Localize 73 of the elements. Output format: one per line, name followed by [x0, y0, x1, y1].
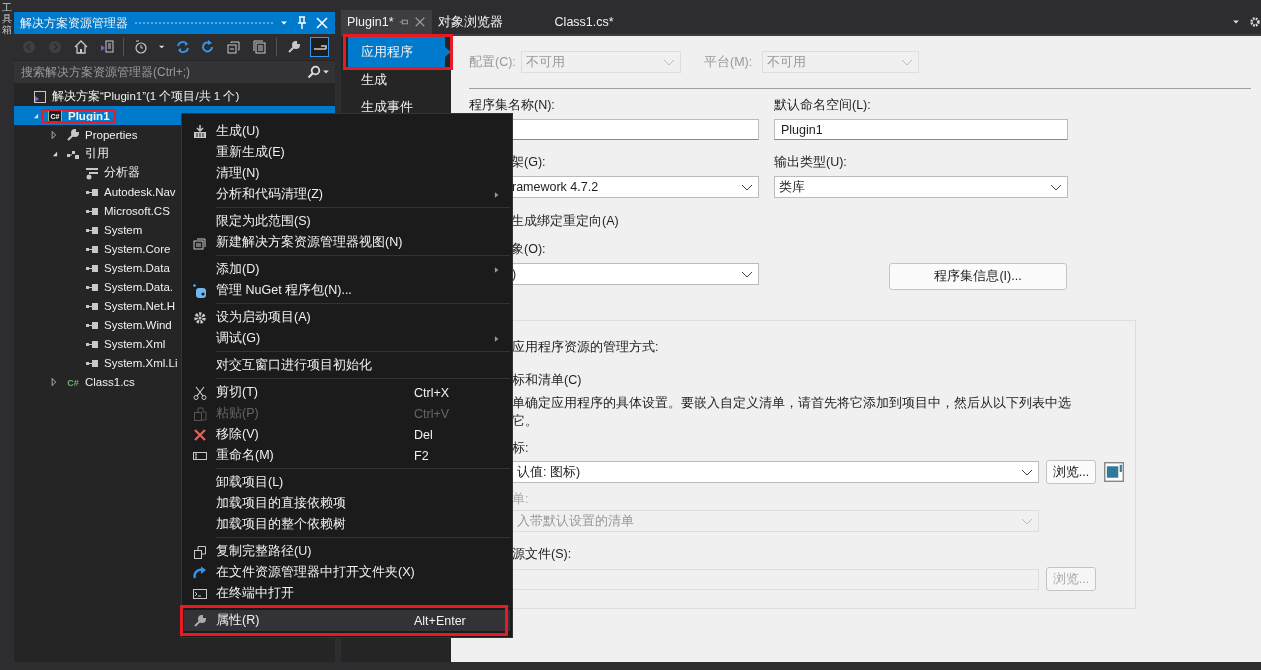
description-text: 单确定应用程序的具体设置。要嵌入自定义清单，请首先将它添加到项目中，然后从以下列表中选	[512, 394, 1072, 412]
scissors-icon	[193, 385, 207, 400]
field-label: 输出类型(U):	[774, 154, 848, 170]
clock-icon	[133, 40, 148, 54]
terminal-icon	[193, 586, 207, 601]
browse-button[interactable]: 浏览...	[1046, 460, 1096, 484]
gear-icon	[193, 310, 207, 325]
package-icon	[193, 283, 207, 298]
menu-item[interactable]: 新建解决方案资源管理器视图(N)	[184, 232, 510, 253]
gear-icon	[1249, 16, 1261, 28]
windows-icon	[193, 235, 207, 250]
menu-item[interactable]: 设为启动项目(A)	[184, 307, 510, 328]
editor-tab[interactable]: Class1.cs*	[548, 10, 620, 34]
close-icon	[413, 16, 426, 28]
remove-icon	[193, 427, 207, 442]
csharp-file-icon: C#	[66, 374, 80, 389]
toolbox-tab[interactable]: 工具箱	[2, 2, 12, 35]
menu-item[interactable]: 加载项目的直接依赖项	[184, 493, 510, 514]
menu-item[interactable]: 在终端中打开	[184, 583, 510, 604]
menu-item[interactable]: 移除(V) Del	[184, 424, 510, 445]
pin-icon	[397, 16, 410, 28]
dropdown[interactable]: 认值: 图标)	[512, 461, 1039, 483]
field-label: 标:	[512, 440, 530, 457]
description-text: 它。	[512, 412, 539, 430]
panel-title: 解决方案资源管理器	[20, 14, 128, 32]
pin-icon	[295, 16, 309, 30]
wrench-icon	[193, 613, 207, 628]
icon-preview-icon	[1103, 462, 1125, 482]
field-label: 默认命名空间(L):	[774, 97, 872, 113]
menu-item[interactable]: 限定为此范围(S)	[184, 211, 510, 232]
field-label: 平台(M):	[704, 53, 754, 71]
menu-item[interactable]: 在文件资源管理器中打开文件夹(X)	[184, 562, 510, 583]
build-icon	[193, 124, 207, 139]
solution-views-icon	[99, 40, 114, 54]
copy-icon	[193, 544, 207, 559]
close-icon	[315, 16, 329, 30]
nav-item[interactable]: 应用程序	[348, 37, 445, 67]
menu-item[interactable]: 重命名(M) F2	[184, 445, 510, 466]
editor-tab[interactable]: Plugin1*	[341, 10, 432, 34]
assembly-info-button[interactable]: 程序集信息(I)...	[889, 263, 1067, 290]
field-label: 配置(C):	[469, 53, 517, 71]
pages-icon	[253, 40, 268, 54]
menu-item[interactable]: 剪切(T) Ctrl+X	[184, 382, 510, 403]
menu-item[interactable]: 对交互窗口进行项目初始化	[184, 355, 510, 376]
clipboard-icon	[193, 406, 207, 421]
menu-item[interactable]: 加载项目的整个依赖树	[184, 514, 510, 535]
dropdown[interactable]: 类库	[774, 176, 1068, 198]
menu-item[interactable]: 调试(G)	[184, 328, 510, 349]
editor-tab[interactable]: 对象浏览器	[431, 10, 509, 34]
field-label: 程序集名称(N):	[469, 97, 556, 113]
group-title: 应用程序资源的管理方式:	[512, 339, 660, 356]
solution-icon	[33, 89, 47, 104]
menu-item[interactable]: 重新生成(E)	[184, 142, 510, 163]
toolbar-button[interactable]	[310, 37, 329, 57]
collapse-icon	[227, 40, 242, 54]
tree-item[interactable]: 解决方案“Plugin1”(1 个项目/共 1 个)	[14, 87, 335, 106]
sync-icon	[175, 40, 190, 54]
search-field[interactable]: 搜索解决方案资源管理器(Ctrl+;)	[14, 61, 335, 83]
menu-item[interactable]: 复制完整路径(U)	[184, 541, 510, 562]
nav-item[interactable]: 生成	[341, 67, 451, 94]
home-icon	[74, 40, 88, 54]
wrench-icon	[286, 40, 301, 54]
menu-item[interactable]: 卸载项目(L)	[184, 472, 510, 493]
wrench-icon	[66, 127, 80, 142]
search-icon	[307, 65, 321, 79]
radio-label[interactable]: 标和清单(C)	[512, 372, 1135, 389]
field-label: 源文件(S):	[512, 546, 573, 563]
field-label: 单:	[512, 491, 530, 508]
analyzer-icon	[85, 165, 99, 180]
curved-arrow-icon	[193, 565, 207, 580]
refresh-icon	[201, 40, 216, 54]
menu-item[interactable]: 属性(R) Alt+Enter	[184, 610, 510, 631]
input-field[interactable]: Plugin1	[774, 119, 1068, 140]
